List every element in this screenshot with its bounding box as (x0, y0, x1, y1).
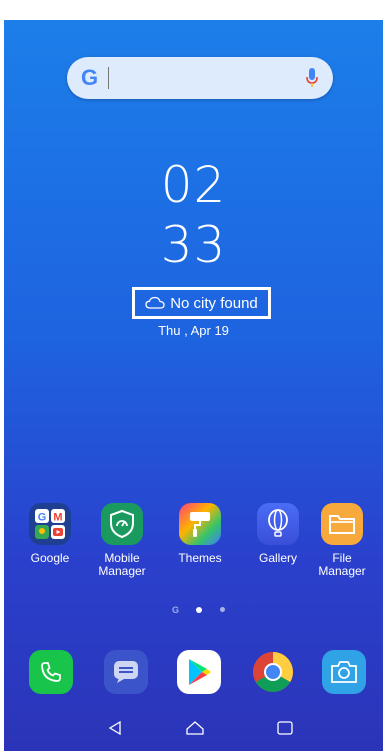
google-feed-indicator: G (172, 605, 180, 615)
app-file-manager[interactable]: File Manager (312, 503, 372, 578)
app-label: Google (30, 551, 70, 565)
phone-icon[interactable] (29, 650, 73, 694)
weather-text: No city found (170, 294, 258, 312)
google-search-bar[interactable]: G (67, 57, 333, 99)
back-icon[interactable] (107, 720, 123, 736)
app-mobile-manager[interactable]: Mobile Manager (92, 503, 152, 578)
cloud-icon (145, 296, 165, 309)
clock-hours: 02 (160, 156, 227, 214)
paint-roller-icon (179, 503, 221, 545)
text-cursor (108, 67, 109, 89)
home-icon[interactable] (185, 719, 205, 737)
app-google[interactable]: G M Google (20, 503, 80, 565)
folder-icon (321, 503, 363, 545)
top-frame (0, 0, 387, 20)
app-label: Mobile Manager (98, 551, 146, 578)
page-dot (220, 607, 225, 612)
page-indicator[interactable]: G (0, 605, 387, 617)
svg-text:G: G (38, 512, 47, 524)
google-folder-icon: G M (29, 503, 71, 545)
camera-icon[interactable] (322, 650, 366, 694)
dock (0, 645, 387, 701)
right-frame (383, 0, 387, 751)
home-screen: G 02 33 No city found Thu , Apr 19 G M G… (0, 0, 387, 751)
app-gallery[interactable]: Gallery (248, 503, 308, 565)
left-frame (0, 0, 4, 751)
app-label: Themes (178, 551, 222, 565)
app-themes[interactable]: Themes (170, 503, 230, 565)
app-label: File Manager (318, 551, 366, 578)
app-label: Gallery (258, 551, 297, 565)
mic-icon[interactable] (305, 67, 319, 89)
navigation-bar (0, 705, 387, 751)
messages-icon[interactable] (104, 650, 148, 694)
chrome-icon[interactable] (251, 650, 295, 694)
clock-minutes: 33 (160, 216, 227, 274)
weather-widget[interactable]: No city found (132, 287, 271, 319)
recents-icon[interactable] (276, 720, 294, 736)
play-store-icon[interactable] (177, 650, 221, 694)
svg-text:M: M (53, 512, 62, 524)
date-text: Thu , Apr 19 (158, 323, 229, 338)
shield-icon (101, 503, 143, 545)
page-dot-active (196, 607, 202, 613)
balloon-icon (257, 503, 299, 545)
google-logo: G (81, 65, 99, 90)
